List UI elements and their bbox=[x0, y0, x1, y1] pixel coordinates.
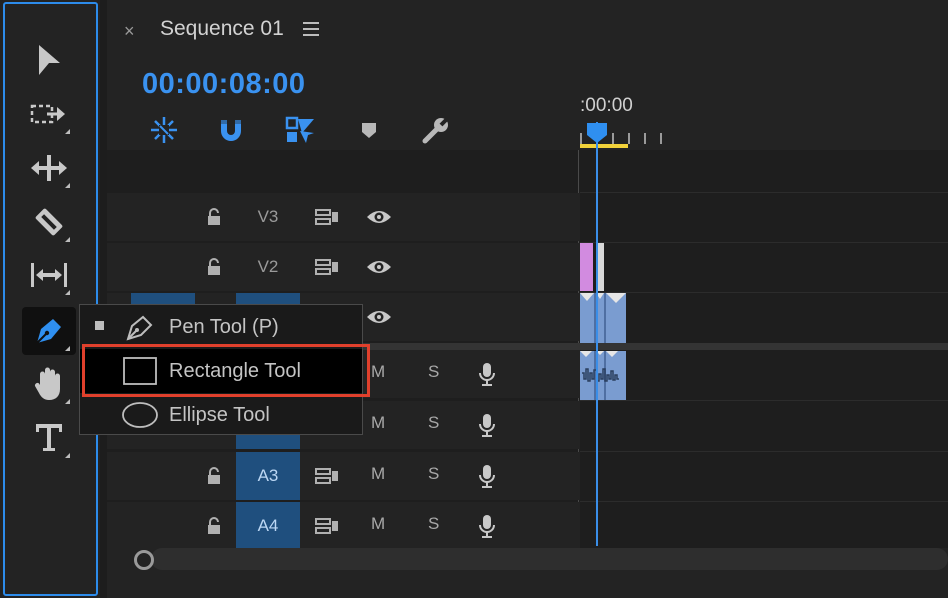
video-clip-v1[interactable] bbox=[580, 293, 628, 343]
pen-icon bbox=[126, 315, 153, 341]
menu-item-ellipse-tool[interactable]: Ellipse Tool bbox=[80, 393, 362, 437]
pen-icon bbox=[36, 319, 61, 344]
track-select-tool-button[interactable] bbox=[22, 90, 76, 138]
ripple-edit-icon bbox=[31, 155, 67, 181]
razor-icon bbox=[35, 208, 63, 236]
slip-icon bbox=[31, 263, 67, 287]
track-select-forward-icon bbox=[30, 104, 65, 124]
selection-arrow-icon bbox=[39, 45, 60, 75]
playhead-timecode[interactable]: 00:00:08:00 bbox=[142, 68, 306, 101]
track-header-v3: V3 bbox=[107, 193, 580, 241]
playhead-handle-icon[interactable] bbox=[586, 122, 608, 144]
type-icon bbox=[36, 424, 62, 451]
sequence-tab-title[interactable]: Sequence 01 bbox=[160, 17, 284, 41]
track-name[interactable]: A4 bbox=[236, 502, 300, 550]
timeline-tab-header: × Sequence 01 bbox=[107, 0, 948, 62]
audio-clip-a1[interactable] bbox=[580, 351, 628, 401]
eye-icon[interactable] bbox=[365, 257, 393, 277]
linked-selection-button[interactable] bbox=[282, 112, 318, 148]
eye-icon[interactable] bbox=[365, 307, 393, 327]
timeline-panel: × Sequence 01 00:00:08:00:00:00 V3 V2 M… bbox=[107, 0, 948, 598]
menu-item-pen-tool[interactable]: Pen Tool (P) bbox=[80, 305, 362, 349]
lane-separator bbox=[580, 400, 948, 401]
sync-lock-icon[interactable] bbox=[314, 258, 340, 276]
hand-icon bbox=[34, 367, 60, 400]
solo-button[interactable]: S bbox=[428, 464, 439, 484]
linked-selection-icon bbox=[285, 116, 314, 143]
tools-panel bbox=[0, 0, 100, 598]
selection-tool-button[interactable] bbox=[22, 37, 76, 85]
mute-button[interactable]: M bbox=[371, 514, 385, 534]
lane-separator bbox=[580, 451, 948, 452]
track-header-v2: V2 bbox=[107, 243, 580, 291]
graphic-clip[interactable] bbox=[580, 243, 593, 291]
timeline-toolbar bbox=[107, 110, 577, 150]
solo-button[interactable]: S bbox=[428, 413, 439, 433]
solo-button[interactable]: S bbox=[428, 514, 439, 534]
microphone-icon[interactable] bbox=[477, 361, 497, 387]
track-name[interactable]: A3 bbox=[236, 452, 300, 500]
timeline-settings-button[interactable] bbox=[418, 112, 454, 148]
microphone-icon[interactable] bbox=[477, 463, 497, 489]
lock-icon[interactable] bbox=[205, 466, 223, 486]
timeline-settings-wrench-icon bbox=[422, 117, 449, 144]
track-name[interactable]: V2 bbox=[236, 243, 300, 291]
menu-item-label: Ellipse Tool bbox=[169, 404, 270, 426]
hand-tool-button[interactable] bbox=[22, 360, 76, 408]
track-header-a4: A4 M S bbox=[107, 502, 580, 550]
lane-separator bbox=[580, 192, 948, 193]
lane-separator bbox=[580, 242, 948, 243]
lane-separator bbox=[580, 292, 948, 293]
menu-item-label: Pen Tool (P) bbox=[169, 316, 279, 338]
ellipse-icon bbox=[122, 402, 158, 428]
microphone-icon[interactable] bbox=[477, 412, 497, 438]
add-marker-button[interactable] bbox=[351, 112, 387, 148]
scrollbar-track[interactable] bbox=[151, 548, 948, 570]
nest-sequences-button[interactable] bbox=[146, 112, 182, 148]
horizontal-scrollbar[interactable] bbox=[107, 548, 948, 572]
lane-separator bbox=[580, 501, 948, 502]
snap-magnet-icon bbox=[221, 120, 241, 141]
selected-bullet-icon bbox=[95, 321, 104, 330]
track-header-a3: A3 M S bbox=[107, 452, 580, 500]
close-tab-button[interactable]: × bbox=[124, 21, 135, 42]
sync-lock-icon[interactable] bbox=[314, 208, 340, 226]
work-area-bar[interactable] bbox=[580, 144, 628, 148]
microphone-icon[interactable] bbox=[477, 513, 497, 539]
solo-button[interactable]: S bbox=[428, 362, 439, 382]
ruler-start-time: :00:00 bbox=[580, 95, 633, 116]
mute-button[interactable]: M bbox=[371, 362, 385, 382]
mute-button[interactable]: M bbox=[371, 413, 385, 433]
razor-tool-button[interactable] bbox=[22, 198, 76, 246]
zoom-scroll-handle[interactable] bbox=[134, 550, 154, 570]
slip-tool-button[interactable] bbox=[22, 251, 76, 299]
add-marker-icon bbox=[362, 123, 376, 138]
sync-lock-icon[interactable] bbox=[314, 467, 340, 485]
playhead-line[interactable] bbox=[596, 122, 598, 546]
graphic-clip-white[interactable] bbox=[597, 243, 604, 291]
nest-sequences-icon bbox=[151, 117, 177, 143]
ripple-edit-tool-button[interactable] bbox=[22, 144, 76, 192]
eye-icon[interactable] bbox=[365, 207, 393, 227]
panel-menu-icon[interactable] bbox=[303, 22, 319, 36]
pen-tool-button[interactable] bbox=[22, 307, 76, 355]
lock-icon[interactable] bbox=[205, 207, 223, 227]
sync-lock-icon[interactable] bbox=[314, 517, 340, 535]
track-name[interactable]: V3 bbox=[236, 193, 300, 241]
mute-button[interactable]: M bbox=[371, 464, 385, 484]
lock-icon[interactable] bbox=[205, 516, 223, 536]
callout-highlight-box bbox=[82, 344, 370, 397]
snap-button[interactable] bbox=[213, 112, 249, 148]
lock-icon[interactable] bbox=[205, 257, 223, 277]
type-tool-button[interactable] bbox=[22, 414, 76, 462]
time-ruler[interactable] bbox=[580, 128, 948, 144]
